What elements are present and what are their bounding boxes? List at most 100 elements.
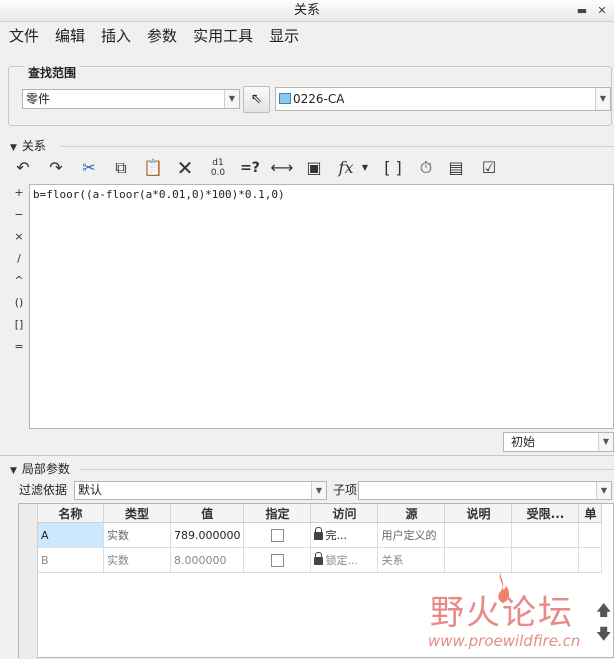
chevron-down-icon: ▼ xyxy=(311,482,326,499)
cell-description[interactable] xyxy=(444,522,513,548)
cell-value[interactable]: 789.000000 xyxy=(170,522,245,548)
cell-description[interactable] xyxy=(444,547,513,573)
sort-relations-icon[interactable]: ☑ xyxy=(476,156,502,180)
collapse-triangle-icon: ▼ xyxy=(10,143,17,153)
section-divider xyxy=(0,455,614,456)
table-header-row: 名称 类型 值 指定 访问 源 说明 受限... 单 xyxy=(38,504,603,523)
window-title: 关系 xyxy=(293,3,320,18)
lookin-group-label: 查找范围 xyxy=(24,65,81,81)
function-icon[interactable]: fx xyxy=(333,156,359,180)
menu-display[interactable]: 显示 xyxy=(261,22,307,50)
column-header-restricted[interactable]: 受限... xyxy=(511,504,580,523)
column-header-unit[interactable]: 单 xyxy=(578,504,603,523)
scope-select-value: 零件 xyxy=(26,92,51,106)
column-header-source[interactable]: 源 xyxy=(377,504,446,523)
dimension-icon[interactable]: ⟷ xyxy=(269,156,295,180)
initial-select-value: 初始 xyxy=(511,435,536,449)
cell-value[interactable]: 8.000000 xyxy=(170,547,245,573)
cell-access-text: 完... xyxy=(325,529,347,542)
paste-icon[interactable]: 📋 xyxy=(140,156,166,180)
copy-icon[interactable]: ⧉ xyxy=(108,156,134,180)
display-icon[interactable]: ▤ xyxy=(443,156,469,180)
chevron-down-icon: ▼ xyxy=(595,88,610,110)
model-select-value: 0226-CA xyxy=(293,92,345,106)
menu-bar: 文件 编辑 插入 参数 实用工具 显示 xyxy=(0,22,614,50)
menu-utilities[interactable]: 实用工具 xyxy=(185,22,261,50)
redo-icon[interactable]: ↷ xyxy=(43,156,69,180)
relations-section-title: 关系 xyxy=(21,139,46,153)
sort-icon[interactable]: d1 0.0 xyxy=(205,156,231,182)
subitem-select[interactable]: ▼ xyxy=(358,481,612,500)
designate-checkbox[interactable] xyxy=(270,553,284,567)
relations-toolbar: ↶ ↷ ✂ ⧉ 📋 ✕ d1 0.0 =? ⟷ ▣ fx ▼ [ ] ⏱ ▤ ☑ xyxy=(10,156,510,182)
subitem-label: 子项 xyxy=(333,483,358,497)
relations-editor[interactable]: b=floor((a-floor(a*0.01,0)*100)*0.1,0) xyxy=(29,184,614,429)
cell-source[interactable]: 用户定义的 xyxy=(377,522,446,548)
evaluate-icon[interactable]: =? xyxy=(237,156,263,180)
chevron-down-icon: ▼ xyxy=(224,90,239,108)
cell-name[interactable]: A xyxy=(38,522,104,548)
scope-select[interactable]: 零件 ▼ xyxy=(22,89,240,109)
cut-icon[interactable]: ✂ xyxy=(76,156,102,180)
cell-unit[interactable] xyxy=(578,547,603,573)
close-icon[interactable]: ✕ xyxy=(594,3,610,19)
cell-access-text: 锁定... xyxy=(325,554,358,567)
column-header-type[interactable]: 类型 xyxy=(103,504,171,523)
cell-unit[interactable] xyxy=(578,522,603,548)
column-header-name[interactable]: 名称 xyxy=(38,504,104,523)
cell-restricted[interactable] xyxy=(511,547,580,573)
filter-label: 过滤依据 xyxy=(19,483,68,497)
properties-icon[interactable]: ▣ xyxy=(301,156,327,180)
model-select[interactable]: 0226-CA ▼ xyxy=(275,87,611,111)
cell-restricted[interactable] xyxy=(511,522,580,548)
table-row[interactable]: B 实数 8.000000 锁定... 关系 xyxy=(38,547,603,573)
column-header-description[interactable]: 说明 xyxy=(444,504,513,523)
menu-insert[interactable]: 插入 xyxy=(93,22,139,50)
cell-access[interactable]: 完... xyxy=(310,522,379,548)
local-params-title: 局部参数 xyxy=(21,462,70,476)
part-model-icon xyxy=(279,93,291,104)
section-divider xyxy=(60,146,614,147)
watermark-title: 野火论坛 xyxy=(430,593,574,633)
initial-select[interactable]: 初始 ▼ xyxy=(503,432,614,452)
lock-icon xyxy=(314,552,324,565)
cell-source[interactable]: 关系 xyxy=(377,547,446,573)
brackets-icon[interactable]: [ ] xyxy=(380,156,406,180)
cell-type[interactable]: 实数 xyxy=(103,522,171,548)
column-header-value[interactable]: 值 xyxy=(170,504,245,523)
delete-icon[interactable]: ✕ xyxy=(172,156,198,180)
window-title-bar: 关系 xyxy=(0,0,614,22)
move-up-icon[interactable]: 🡅 xyxy=(596,600,611,625)
cell-designate[interactable] xyxy=(243,547,312,573)
local-params-section-header[interactable]: ▼ 局部参数 xyxy=(10,461,70,479)
cell-name[interactable]: B xyxy=(38,547,104,573)
minimize-icon[interactable]: ▬ xyxy=(574,3,590,19)
filter-select-value: 默认 xyxy=(78,483,103,497)
relations-section-header[interactable]: ▼ 关系 xyxy=(10,138,46,156)
chevron-down-icon: ▼ xyxy=(598,433,613,451)
chevron-down-icon: ▼ xyxy=(596,482,611,499)
cell-access[interactable]: 锁定... xyxy=(310,547,379,573)
undo-icon[interactable]: ↶ xyxy=(10,156,36,180)
cell-designate[interactable] xyxy=(243,522,312,548)
table-row[interactable]: A 实数 789.000000 完... 用户定义的 xyxy=(38,522,603,548)
menu-parameters[interactable]: 参数 xyxy=(139,22,185,50)
select-model-button[interactable]: ⇖ xyxy=(243,86,270,113)
relations-text: b=floor((a-floor(a*0.01,0)*100)*0.1,0) xyxy=(33,188,285,201)
section-divider xyxy=(80,469,614,470)
watermark-url: www.proewildfire.cn xyxy=(428,632,581,650)
lock-icon xyxy=(314,527,324,540)
column-header-designate[interactable]: 指定 xyxy=(243,504,312,523)
column-header-access[interactable]: 访问 xyxy=(310,504,379,523)
collapse-triangle-icon: ▼ xyxy=(10,466,17,476)
row-header-column xyxy=(19,504,38,659)
designate-checkbox[interactable] xyxy=(270,528,284,542)
menu-edit[interactable]: 编辑 xyxy=(47,22,93,50)
filter-select[interactable]: 默认 ▼ xyxy=(74,481,327,500)
verify-icon[interactable]: ⏱ xyxy=(413,156,439,180)
cell-type[interactable]: 实数 xyxy=(103,547,171,573)
chevron-down-icon[interactable]: ▼ xyxy=(359,156,371,180)
pointer-arrow-icon: ⇖ xyxy=(250,91,263,107)
menu-file[interactable]: 文件 xyxy=(1,22,47,50)
move-down-icon[interactable]: 🡇 xyxy=(596,624,611,649)
